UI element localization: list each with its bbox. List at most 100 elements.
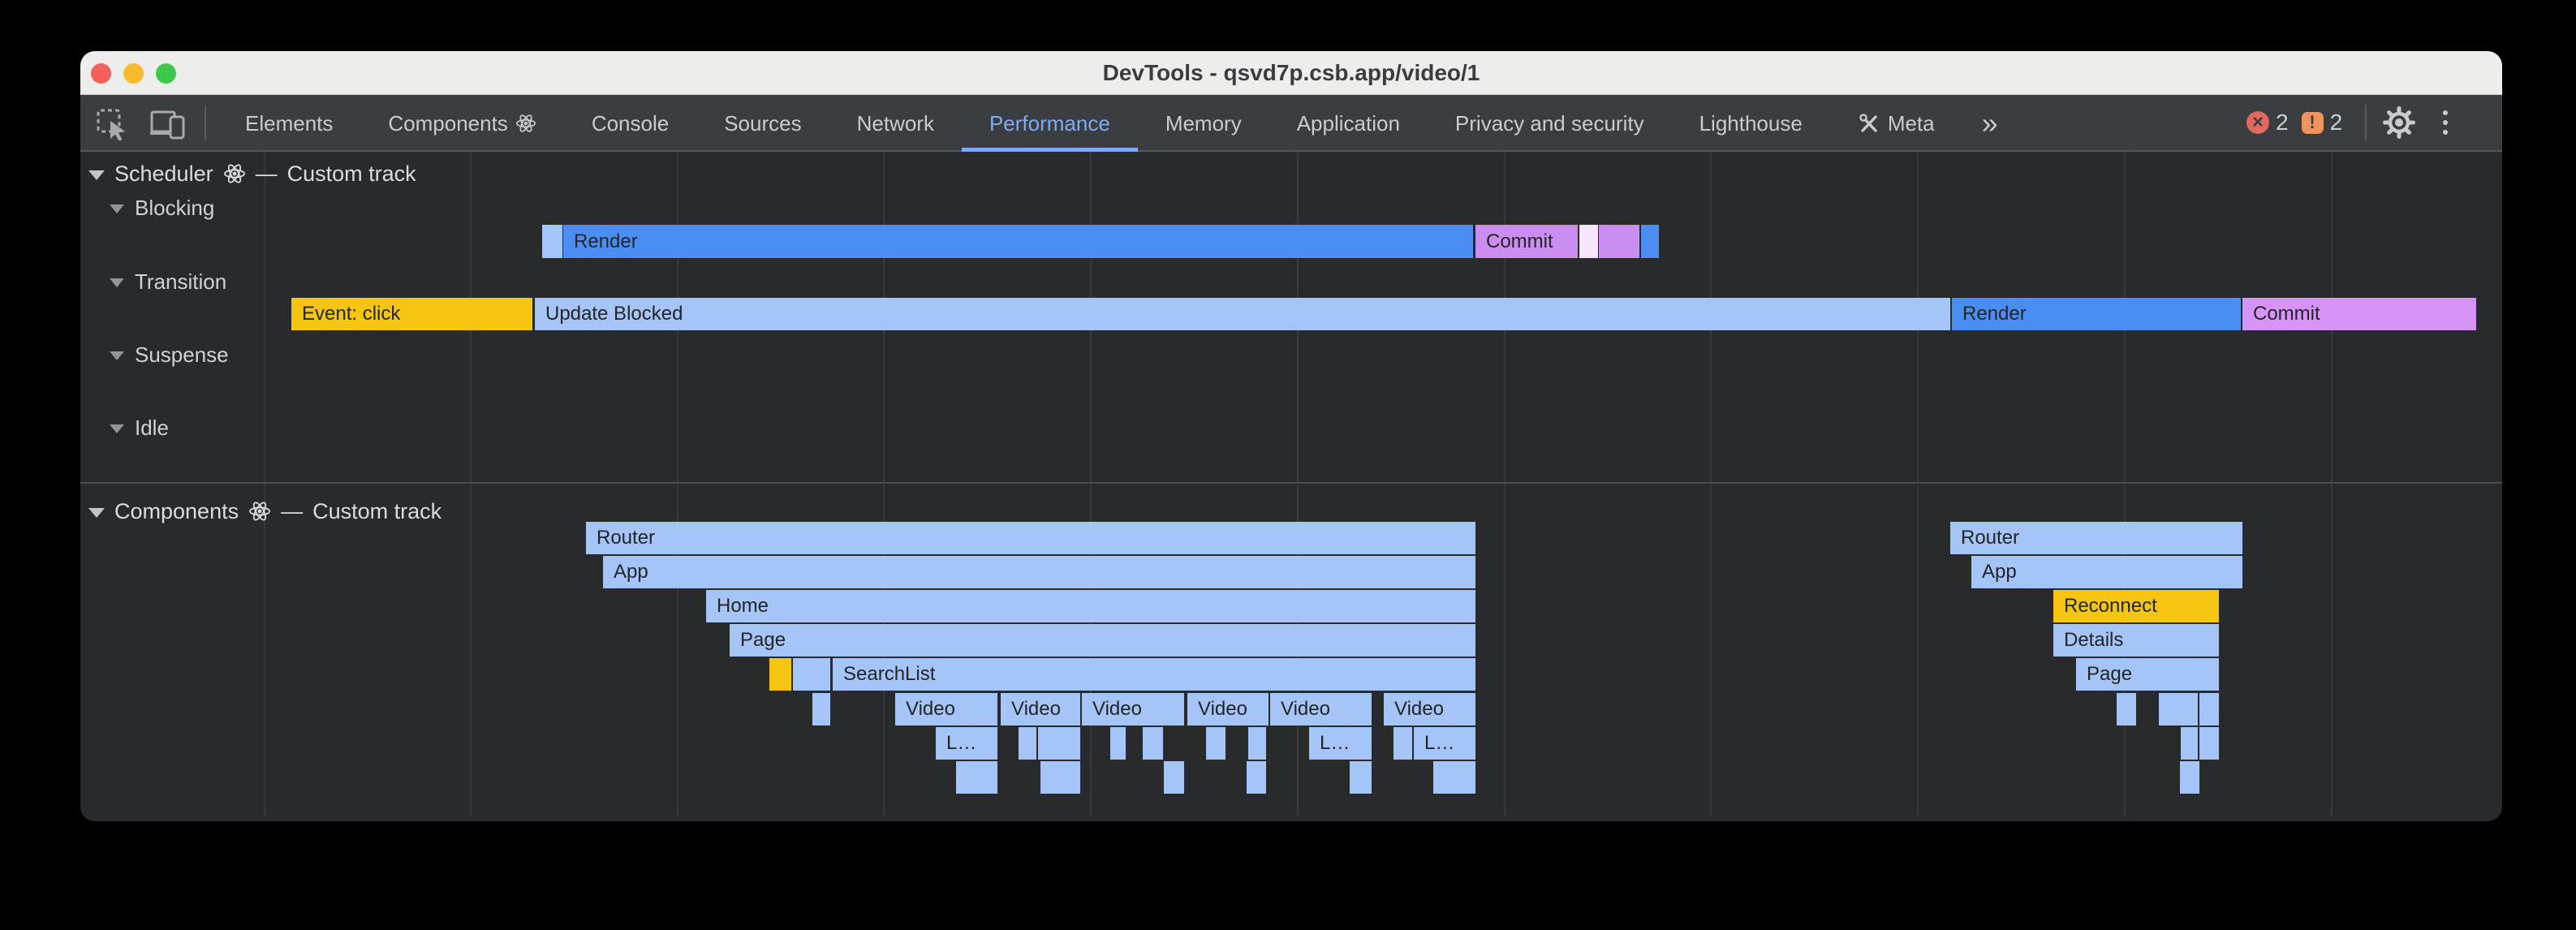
flame-bar-segment[interactable]	[769, 658, 791, 691]
lane-label: Transition	[135, 269, 226, 295]
tab-label: Performance	[989, 111, 1110, 136]
flame-bar-event-click[interactable]: Event: click	[291, 298, 532, 330]
error-count: 2	[2276, 110, 2289, 136]
track-header-components[interactable]: Components — Custom track	[88, 498, 442, 524]
flame-bar-details[interactable]: Details	[2053, 624, 2219, 657]
flame-bar-label: App	[1971, 556, 2242, 588]
flame-bar-video[interactable]: Video	[895, 693, 997, 725]
close-button[interactable]	[91, 63, 111, 84]
tab-label: Privacy and security	[1455, 111, 1644, 136]
flame-bar-video[interactable]: Video	[1082, 693, 1184, 725]
error-badge[interactable]: ×	[2246, 111, 2269, 134]
flame-bar-segment[interactable]	[1019, 727, 1036, 760]
flame-bar-commit[interactable]: Commit	[1475, 225, 1578, 258]
flame-bar-segment[interactable]	[1641, 225, 1659, 258]
flame-bar-render[interactable]: Render	[563, 225, 1473, 258]
tab-lighthouse[interactable]: Lighthouse	[1672, 95, 1830, 152]
gear-icon[interactable]	[2383, 106, 2415, 139]
flame-bar-segment[interactable]	[1433, 761, 1475, 794]
flame-bar-reconnect[interactable]: Reconnect	[2053, 590, 2219, 622]
flame-bar-segment[interactable]	[812, 693, 830, 725]
tab-elements[interactable]: Elements	[218, 95, 360, 152]
flame-bar-segment[interactable]	[1143, 727, 1163, 760]
flame-bar-label: Page	[730, 624, 1475, 657]
tab-memory[interactable]: Memory	[1138, 95, 1269, 152]
chevron-down-icon	[88, 170, 105, 180]
flame-bar-router[interactable]: Router	[586, 522, 1475, 554]
flame-bar-render[interactable]: Render	[1952, 298, 2241, 330]
tab-console[interactable]: Console	[564, 95, 696, 152]
flame-bar-label: Page	[2076, 658, 2219, 691]
flame-bar-segment[interactable]	[2117, 693, 2136, 725]
flame-bar-segment[interactable]	[2180, 761, 2199, 794]
tab-sources[interactable]: Sources	[696, 95, 829, 152]
device-toolbar-icon[interactable]	[149, 108, 187, 140]
flame-bar-label: Commit	[2242, 298, 2476, 330]
tab-label: Console	[592, 111, 669, 136]
lane-suspense[interactable]: Suspense	[110, 342, 229, 368]
minimize-button[interactable]	[123, 63, 144, 84]
flame-bar-segment[interactable]	[2199, 727, 2219, 760]
flame-bar-segment[interactable]	[1247, 761, 1266, 794]
lane-blocking[interactable]: Blocking	[110, 195, 214, 221]
flame-bar-searchlist[interactable]: SearchList	[833, 658, 1475, 691]
flame-bar-label: SearchList	[833, 658, 1475, 691]
tab-network[interactable]: Network	[829, 95, 962, 152]
tab-label: Components	[388, 111, 507, 136]
issues-badge[interactable]: !	[2302, 112, 2324, 134]
tab-components[interactable]: Components	[360, 95, 563, 152]
flame-bar-segment[interactable]	[1579, 225, 1598, 258]
flame-bar-app[interactable]: App	[1971, 556, 2242, 588]
tab-meta[interactable]: Meta	[1830, 95, 1962, 152]
toolbar-right-cluster: × 2 ! 2	[2246, 95, 2448, 150]
flame-bar-home[interactable]: Home	[706, 590, 1475, 622]
flame-bar-segment[interactable]	[1164, 761, 1184, 794]
toolbar-divider	[2365, 105, 2367, 140]
lane-transition[interactable]: Transition	[110, 269, 226, 295]
flame-bar-update-blocked[interactable]: Update Blocked	[535, 298, 1950, 330]
flame-bar-page[interactable]: Page	[2076, 658, 2219, 691]
toolbar-divider	[205, 106, 206, 140]
tab-application[interactable]: Application	[1269, 95, 1428, 152]
flame-bar-router[interactable]: Router	[1950, 522, 2242, 554]
flame-bar-commit[interactable]: Commit	[2242, 298, 2476, 330]
flame-bar-segment[interactable]	[1110, 727, 1126, 760]
flame-bar-segment[interactable]	[1394, 727, 1412, 760]
flame-bar-segment[interactable]	[1206, 727, 1226, 760]
more-tabs-button[interactable]: »	[1962, 95, 2018, 152]
flame-bar-l[interactable]: L…	[936, 727, 997, 760]
flame-bar-video[interactable]: Video	[1270, 693, 1372, 725]
flame-bar-label: L…	[1414, 727, 1475, 760]
flame-bar-video[interactable]: Video	[1187, 693, 1269, 725]
track-header-scheduler[interactable]: Scheduler — Custom track	[88, 161, 416, 187]
flame-bar-video[interactable]: Video	[1001, 693, 1080, 725]
flame-bar-segment[interactable]	[1350, 761, 1372, 794]
flame-bar-video[interactable]: Video	[1384, 693, 1475, 725]
inspect-element-icon[interactable]	[96, 108, 128, 140]
flame-bar-label: Router	[586, 522, 1475, 554]
flame-bar-segment[interactable]	[793, 658, 830, 691]
flame-bar-l[interactable]: L…	[1309, 727, 1372, 760]
zoom-button[interactable]	[156, 63, 176, 84]
flame-bar-segment[interactable]	[2181, 727, 2198, 760]
chevron-down-icon	[110, 205, 124, 213]
gridline	[2331, 152, 2333, 816]
flame-bar-segment[interactable]	[542, 225, 562, 258]
flame-bar-page[interactable]: Page	[730, 624, 1475, 657]
tab-performance[interactable]: Performance	[962, 95, 1138, 152]
flame-bar-label: L…	[1309, 727, 1372, 760]
flame-bar-segment[interactable]	[2199, 693, 2219, 725]
flame-bar-segment[interactable]	[956, 761, 997, 794]
flame-bar-l[interactable]: L…	[1414, 727, 1475, 760]
kebab-menu-icon[interactable]	[2443, 110, 2448, 135]
tab-privacy-and-security[interactable]: Privacy and security	[1428, 95, 1672, 152]
flame-bar-segment[interactable]	[1599, 225, 1639, 258]
lane-idle[interactable]: Idle	[110, 415, 169, 441]
flame-bar-segment[interactable]	[1040, 761, 1080, 794]
flame-bar-label: Commit	[1475, 225, 1578, 258]
flame-bar-segment[interactable]	[2159, 693, 2198, 725]
flame-bar-segment[interactable]	[1248, 727, 1266, 760]
flame-bar-segment[interactable]	[1038, 727, 1080, 760]
flame-bar-app[interactable]: App	[603, 556, 1475, 588]
track-header-dash: —	[256, 161, 278, 187]
